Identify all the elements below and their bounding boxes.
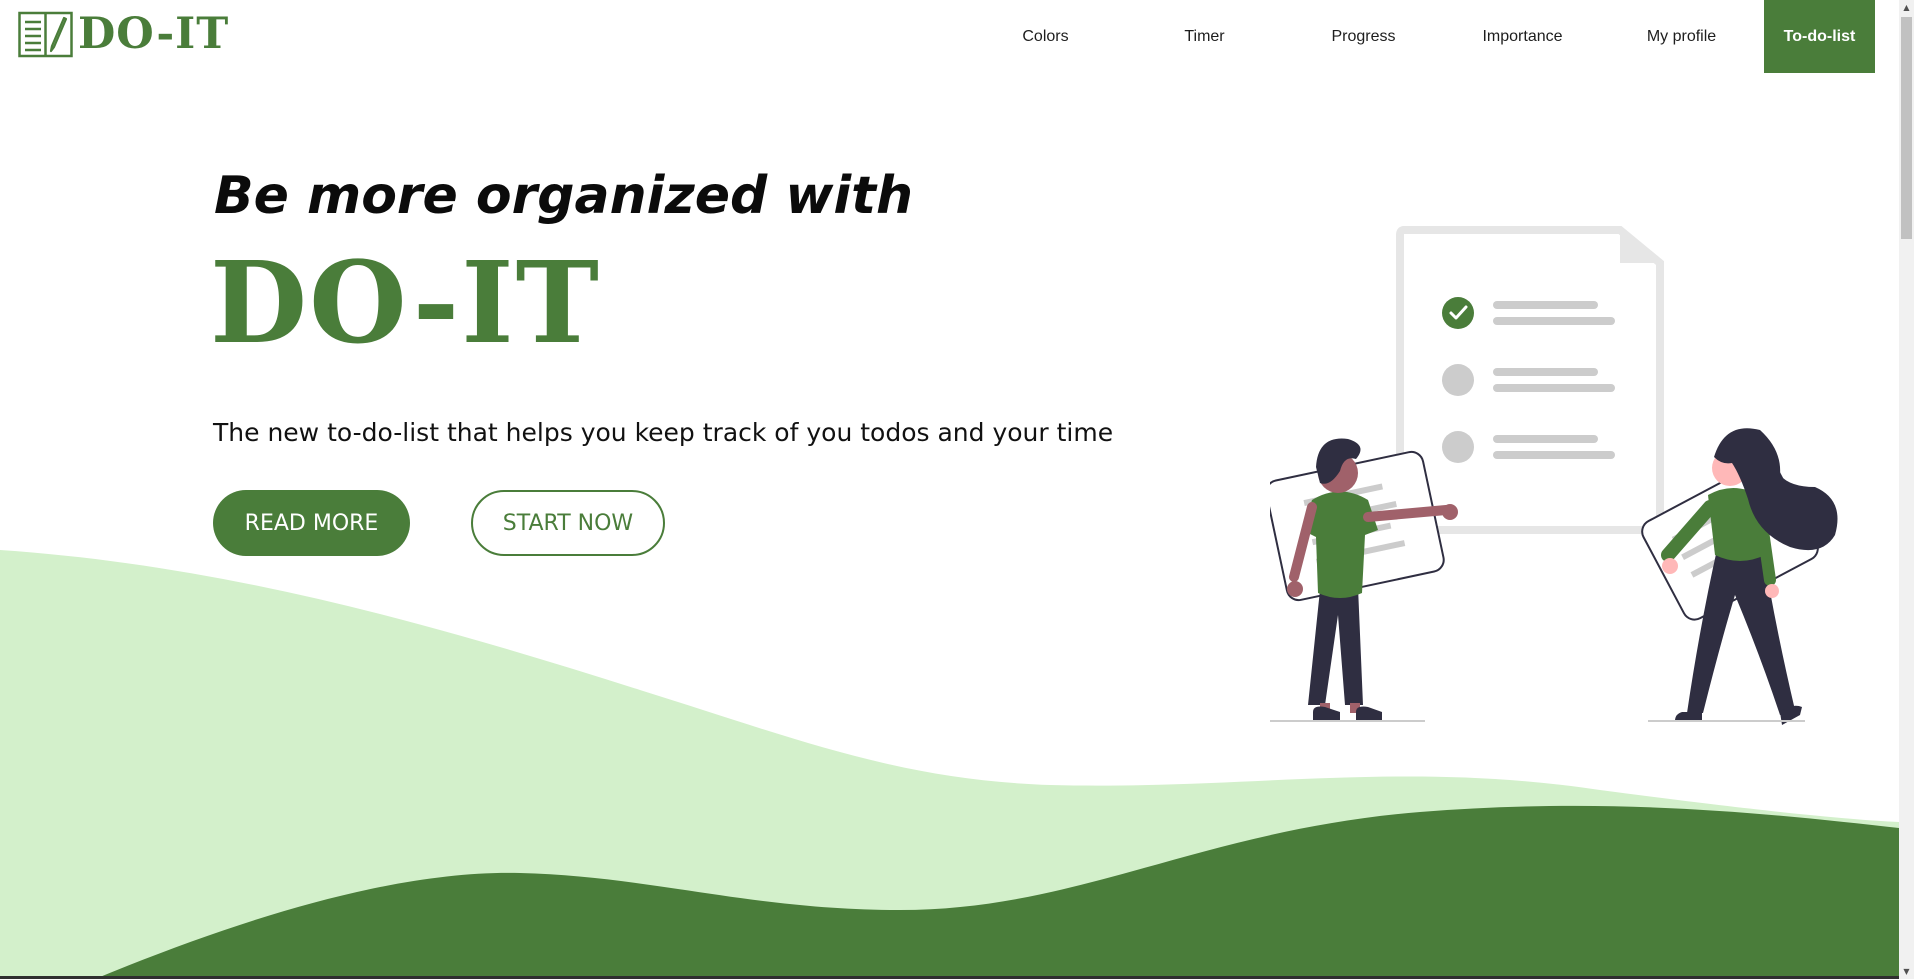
main-nav: Colors Timer Progress Importance My prof… (966, 0, 1875, 73)
logo-text: DO-IT (78, 9, 230, 59)
hero-brand-title: DO-IT (210, 238, 602, 369)
nav-item-to-do-list[interactable]: To-do-list (1764, 0, 1875, 73)
nav-item-my-profile[interactable]: My profile (1602, 0, 1761, 73)
nav-item-colors[interactable]: Colors (966, 0, 1125, 73)
notebook-pencil-icon (18, 11, 73, 58)
checklist-document (1396, 226, 1664, 534)
people-checklist-illustration (1270, 226, 1838, 725)
hero-description: The new to-do-list that helps you keep t… (213, 418, 1114, 447)
read-more-button[interactable]: READ MORE (213, 490, 410, 556)
nav-item-timer[interactable]: Timer (1125, 0, 1284, 73)
scroll-down-arrow-icon[interactable]: ▼ (1899, 964, 1914, 979)
logo[interactable]: DO-IT (18, 10, 229, 58)
checked-circle-icon (1442, 297, 1474, 329)
nav-item-importance[interactable]: Importance (1443, 0, 1602, 73)
nav-item-progress[interactable]: Progress (1284, 0, 1443, 73)
start-now-button[interactable]: START NOW (471, 490, 665, 556)
scroll-up-arrow-icon[interactable]: ▲ (1899, 0, 1914, 15)
scrollbar-thumb[interactable] (1901, 17, 1912, 239)
unchecked-circle-icon (1442, 431, 1474, 463)
woman-figure (1641, 428, 1838, 725)
vertical-scrollbar[interactable]: ▲ ▼ (1899, 0, 1914, 979)
hero-tagline: Be more organized with (214, 166, 914, 226)
unchecked-circle-icon (1442, 364, 1474, 396)
